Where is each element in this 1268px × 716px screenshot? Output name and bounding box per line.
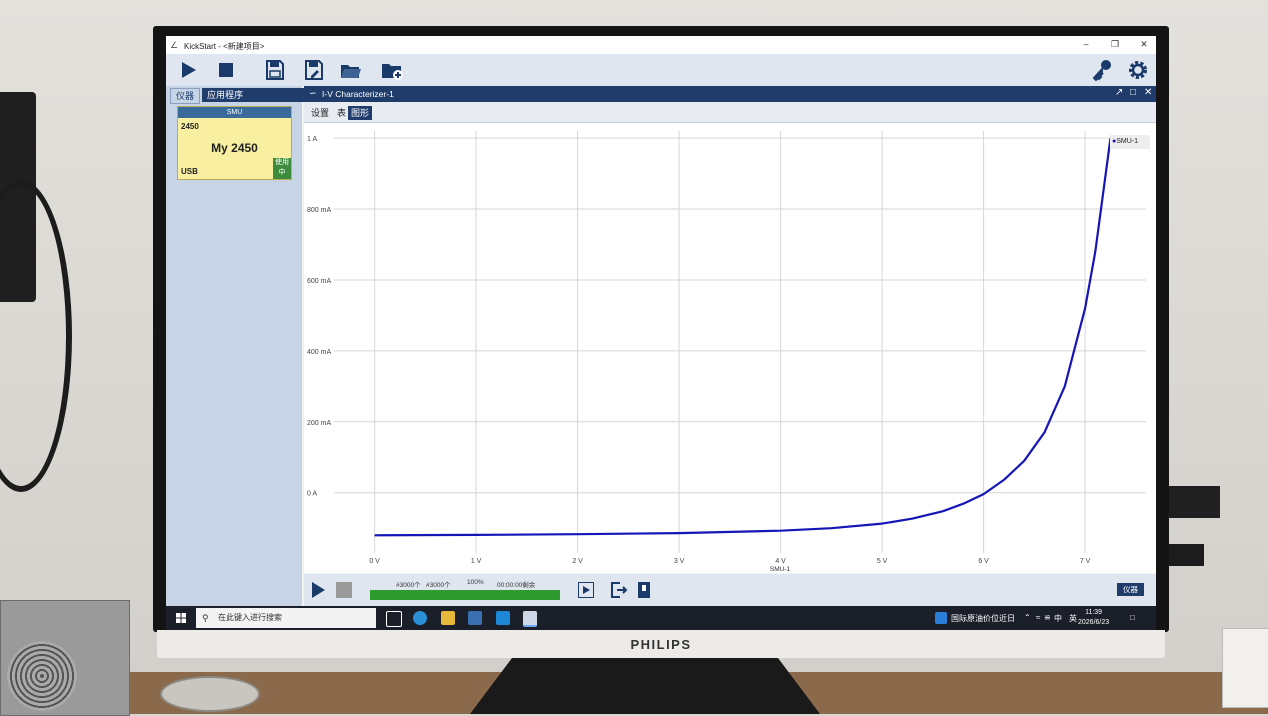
task-view-icon[interactable] bbox=[386, 611, 402, 627]
search-input[interactable]: 在此键入进行搜索 bbox=[218, 608, 282, 628]
x-tick-label: 0 V bbox=[369, 558, 380, 565]
open-folder-icon[interactable] bbox=[339, 58, 363, 82]
time-remaining: 00:00:00剩余 bbox=[497, 582, 536, 589]
tab-instruments[interactable]: 仪器 bbox=[170, 88, 201, 104]
network-icon[interactable]: ≈ bbox=[1036, 613, 1040, 622]
x-tick-label: 5 V bbox=[877, 558, 888, 565]
y-tick-label: 200 mA bbox=[307, 420, 331, 427]
close-icon[interactable]: ✕ bbox=[1136, 39, 1152, 50]
mail-icon[interactable] bbox=[496, 611, 510, 625]
x-tick-label: 4 V bbox=[775, 558, 786, 565]
monitor-cable-connector bbox=[1164, 486, 1220, 518]
document-header: ∽ I-V Characterizer-1 ↗ □ ✕ bbox=[304, 86, 1156, 102]
chart-svg: 0 V 1 V 2 V 3 V 4 V 5 V 6 V 7 V 0 A 200 mA 400 mA 6… bbox=[307, 131, 1146, 573]
points-done: #3000个 bbox=[396, 582, 421, 589]
y-tick-label: 0 A bbox=[307, 491, 317, 498]
instrument-status-badge: 使用中 bbox=[273, 158, 291, 179]
x-tick-label: 3 V bbox=[674, 558, 685, 565]
document-tabs: 设置 表 图形 bbox=[304, 102, 1156, 123]
app-logo-icon: ∠ bbox=[170, 40, 179, 50]
chart-legend: ●SMU-1 bbox=[1110, 135, 1150, 149]
taskbar: ⚲ 在此键入进行搜索 国际原油价位近日 ⌃ ≈ ≌ 中 英 11:39 2026… bbox=[166, 606, 1156, 630]
kickstart-app-icon[interactable] bbox=[523, 611, 537, 627]
clock-date: 2026/6/23 bbox=[1078, 619, 1110, 626]
window-titlebar: ∠ KickStart - <新建项目> – ❐ ✕ bbox=[166, 36, 1156, 54]
left-panel: 仪器 应用程序 SMU 2450 My 2450 USB 使用中 bbox=[166, 86, 310, 606]
legend-label: SMU-1 bbox=[1116, 138, 1139, 145]
x-tick-label: 7 V bbox=[1080, 558, 1091, 565]
tab-table[interactable]: 表 bbox=[334, 106, 349, 120]
series-line-smu-1 bbox=[374, 137, 1112, 537]
y-tick-label: 800 mA bbox=[307, 207, 331, 214]
monitor-brand-logo: PHILIPS bbox=[630, 637, 692, 652]
clock-time: 11:39 bbox=[1085, 609, 1103, 616]
iv-graph[interactable]: 0 V 1 V 2 V 3 V 4 V 5 V 6 V 7 V 0 A 200 mA 400 mA 6… bbox=[304, 123, 1156, 573]
tray-expand-icon[interactable]: ⌃ bbox=[1024, 613, 1031, 622]
curve-icon: ∽ bbox=[309, 88, 317, 98]
news-ticker[interactable]: 国际原油价位近日 bbox=[951, 613, 1015, 624]
x-tick-label: 6 V bbox=[978, 558, 989, 565]
monitor-chin: PHILIPS bbox=[157, 630, 1165, 658]
minimize-icon[interactable]: – bbox=[1078, 39, 1094, 49]
save-icon[interactable] bbox=[263, 58, 287, 82]
instrument-connection: USB bbox=[181, 167, 198, 176]
restore-icon[interactable]: ❐ bbox=[1107, 39, 1123, 50]
window-title: KickStart - <新建项目> bbox=[184, 42, 265, 51]
run-controls: #3000个 #3000个 100% 00:00:00剩余 仪器 bbox=[304, 574, 1156, 606]
run-icon[interactable] bbox=[176, 58, 200, 82]
screen: ∠ KickStart - <新建项目> – ❐ ✕ 仪器 应用程序 SMU 2… bbox=[166, 36, 1156, 630]
settings-gear-icon[interactable] bbox=[1126, 58, 1150, 82]
fan-grille bbox=[7, 641, 77, 711]
progress-percent: 100% bbox=[467, 579, 484, 586]
desk-grommet bbox=[160, 676, 260, 712]
tab-applications[interactable]: 应用程序 bbox=[202, 88, 310, 102]
file-explorer-icon[interactable] bbox=[441, 611, 455, 625]
points-total: #3000个 bbox=[426, 582, 451, 589]
close-document-icon[interactable]: ✕ bbox=[1144, 87, 1152, 98]
stop-icon[interactable] bbox=[214, 58, 238, 82]
volume-icon[interactable]: ≌ bbox=[1044, 613, 1051, 622]
clock[interactable]: 11:39 2026/6/23 bbox=[1078, 608, 1109, 628]
instrument-card[interactable]: SMU 2450 My 2450 USB 使用中 bbox=[177, 106, 292, 180]
key-icon[interactable] bbox=[1090, 58, 1114, 82]
instrument-type: SMU bbox=[178, 107, 291, 118]
run-icon[interactable] bbox=[310, 581, 326, 599]
maximize-icon[interactable]: □ bbox=[1130, 87, 1136, 98]
edge-browser-icon[interactable] bbox=[413, 611, 427, 625]
step-run-icon[interactable] bbox=[578, 582, 594, 598]
taskbar-search[interactable]: ⚲ 在此键入进行搜索 bbox=[196, 608, 376, 628]
instrument-name: My 2450 bbox=[211, 141, 258, 155]
document-title: I-V Characterizer-1 bbox=[322, 89, 394, 99]
wall-outlet bbox=[1222, 628, 1268, 708]
monitor-cable-connector bbox=[1164, 544, 1204, 566]
ime-english[interactable]: 英 bbox=[1069, 613, 1077, 624]
ime-chinese[interactable]: 中 bbox=[1054, 613, 1062, 624]
progress-bar bbox=[370, 590, 560, 600]
news-icon[interactable] bbox=[935, 612, 947, 624]
instrument-export-icon[interactable] bbox=[637, 581, 651, 599]
add-folder-icon[interactable] bbox=[380, 58, 404, 82]
export-icon[interactable] bbox=[610, 581, 628, 599]
x-tick-label: 2 V bbox=[572, 558, 583, 565]
instrument-model: 2450 bbox=[181, 122, 199, 131]
power-supply-unit bbox=[0, 600, 130, 716]
tab-graph[interactable]: 图形 bbox=[348, 106, 373, 120]
y-tick-label: 600 mA bbox=[307, 278, 331, 285]
popout-icon[interactable]: ↗ bbox=[1115, 87, 1123, 98]
windows-start-icon[interactable] bbox=[176, 613, 186, 623]
monitor-stand bbox=[470, 658, 820, 714]
stop-icon[interactable] bbox=[336, 582, 352, 598]
y-tick-label: 1 A bbox=[307, 136, 317, 143]
tab-settings[interactable]: 设置 bbox=[308, 106, 332, 120]
x-tick-label: 1 V bbox=[471, 558, 482, 565]
search-icon: ⚲ bbox=[202, 613, 209, 623]
y-tick-label: 400 mA bbox=[307, 349, 331, 356]
instrument-button[interactable]: 仪器 bbox=[1117, 583, 1144, 596]
main-toolbar bbox=[166, 54, 1156, 86]
store-icon[interactable] bbox=[468, 611, 482, 625]
notification-icon[interactable]: □ bbox=[1130, 613, 1135, 622]
save-as-icon[interactable] bbox=[302, 58, 326, 82]
x-axis-label: SMU-1 bbox=[770, 566, 791, 573]
